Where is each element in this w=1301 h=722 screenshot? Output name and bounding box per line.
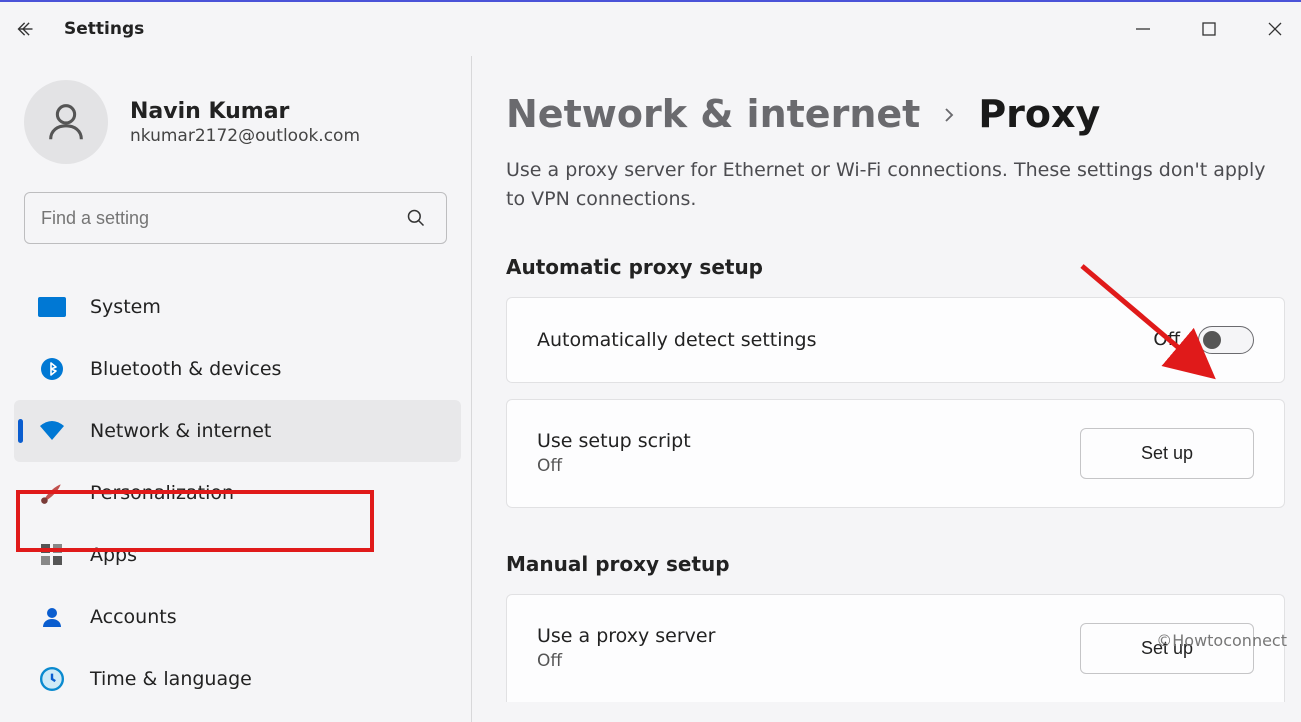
card-setup-script: Use setup script Off Set up: [506, 399, 1285, 508]
page-description: Use a proxy server for Ethernet or Wi-Fi…: [506, 156, 1266, 215]
brush-icon: [38, 479, 66, 507]
chevron-right-icon: [940, 98, 958, 131]
search-icon: [402, 204, 430, 232]
back-button[interactable]: [16, 19, 36, 39]
sidebar-item-label: Accounts: [90, 606, 177, 628]
card-proxy-server: Use a proxy server Off Set up: [506, 594, 1285, 702]
card-label: Use a proxy server: [537, 625, 715, 647]
maximize-button[interactable]: [1199, 19, 1219, 39]
sidebar-item-apps[interactable]: Apps: [14, 524, 461, 586]
section-title-manual: Manual proxy setup: [506, 552, 1285, 576]
minimize-button[interactable]: [1133, 19, 1153, 39]
breadcrumb-parent[interactable]: Network & internet: [506, 92, 920, 136]
sidebar-item-label: Network & internet: [90, 420, 271, 442]
close-button[interactable]: [1265, 19, 1285, 39]
search-box[interactable]: [24, 192, 447, 244]
sidebar-item-personalization[interactable]: Personalization: [14, 462, 461, 524]
sidebar-item-label: Personalization: [90, 482, 234, 504]
card-auto-detect: Automatically detect settings Off: [506, 297, 1285, 383]
sidebar-item-label: Apps: [90, 544, 137, 566]
card-sub-state: Off: [537, 456, 691, 476]
toggle-state-text: Off: [1153, 329, 1180, 350]
sidebar-item-label: Bluetooth & devices: [90, 358, 281, 380]
user-avatar[interactable]: [24, 80, 108, 164]
clock-icon: [38, 665, 66, 693]
card-label: Use setup script: [537, 430, 691, 452]
card-label: Automatically detect settings: [537, 329, 817, 351]
search-input[interactable]: [41, 208, 402, 229]
sidebar-item-label: Time & language: [90, 668, 252, 690]
bluetooth-icon: [38, 355, 66, 383]
setup-script-button[interactable]: Set up: [1080, 428, 1254, 479]
system-icon: [38, 293, 66, 321]
app-title: Settings: [64, 19, 144, 39]
user-name: Navin Kumar: [130, 99, 360, 124]
sidebar-item-bluetooth[interactable]: Bluetooth & devices: [14, 338, 461, 400]
sidebar-item-accounts[interactable]: Accounts: [14, 586, 461, 648]
setup-proxy-button[interactable]: Set up: [1080, 623, 1254, 674]
sidebar-item-network[interactable]: Network & internet: [14, 400, 461, 462]
user-email: nkumar2172@outlook.com: [130, 126, 360, 146]
sidebar-item-label: System: [90, 296, 161, 318]
apps-icon: [38, 541, 66, 569]
card-sub-state: Off: [537, 651, 715, 671]
toggle-auto-detect[interactable]: [1198, 326, 1254, 354]
wifi-icon: [38, 417, 66, 445]
sidebar-item-time[interactable]: Time & language: [14, 648, 461, 710]
sidebar-item-system[interactable]: System: [14, 276, 461, 338]
breadcrumb: Network & internet Proxy: [506, 92, 1285, 136]
section-title-auto: Automatic proxy setup: [506, 255, 1285, 279]
breadcrumb-current: Proxy: [978, 92, 1100, 136]
accounts-icon: [38, 603, 66, 631]
